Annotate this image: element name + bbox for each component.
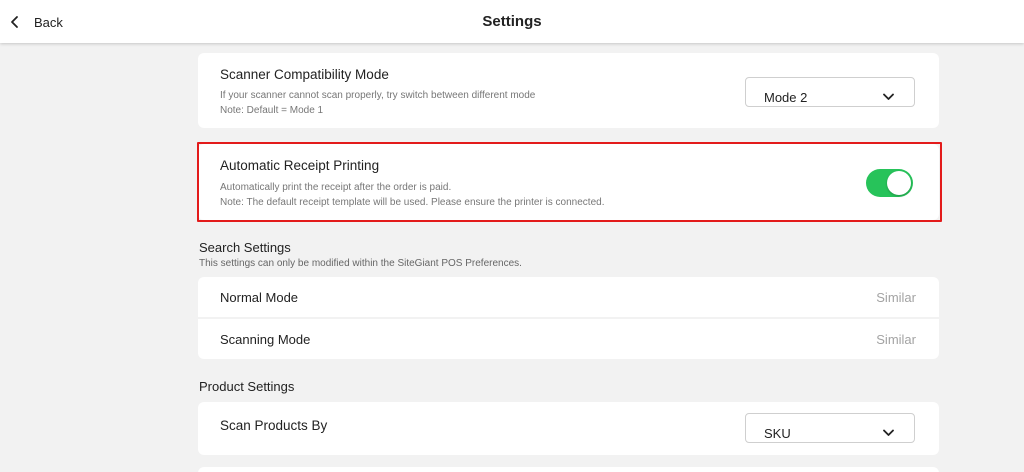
scanner-mode-card: Scanner Compatibility Mode If your scann…	[198, 53, 939, 128]
scan-products-selected-value: SKU	[764, 426, 791, 441]
scanner-mode-note: Note: Default = Mode 1	[220, 105, 324, 116]
scanner-mode-select[interactable]: Mode 2	[745, 77, 915, 107]
scan-products-label: Scan Products By	[220, 418, 328, 433]
normal-mode-row[interactable]: Normal Mode Similar	[198, 277, 939, 317]
chevron-down-icon	[883, 429, 894, 436]
normal-mode-value: Similar	[876, 290, 916, 305]
scan-products-select[interactable]: SKU	[745, 413, 915, 443]
top-bar: Back Settings	[0, 0, 1024, 43]
scanning-mode-label: Scanning Mode	[220, 332, 311, 347]
normal-mode-label: Normal Mode	[220, 290, 299, 305]
scanner-mode-selected-value: Mode 2	[764, 90, 808, 105]
search-settings-heading: Search Settings	[199, 240, 291, 255]
scanner-mode-title: Scanner Compatibility Mode	[220, 67, 389, 82]
next-settings-card	[198, 467, 939, 472]
highlight-box	[197, 142, 942, 222]
scan-products-card: Scan Products By SKU	[198, 402, 939, 455]
scanner-mode-description: If your scanner cannot scan properly, tr…	[220, 90, 536, 101]
scanning-mode-row[interactable]: Scanning Mode Similar	[198, 319, 939, 359]
page-title: Settings	[482, 13, 542, 30]
settings-content[interactable]: Scanner Compatibility Mode If your scann…	[0, 43, 1024, 472]
search-settings-subtitle: This settings can only be modified withi…	[199, 258, 522, 269]
chevron-down-icon	[883, 93, 894, 100]
product-settings-heading: Product Settings	[199, 379, 295, 394]
scanning-mode-value: Similar	[876, 332, 916, 347]
